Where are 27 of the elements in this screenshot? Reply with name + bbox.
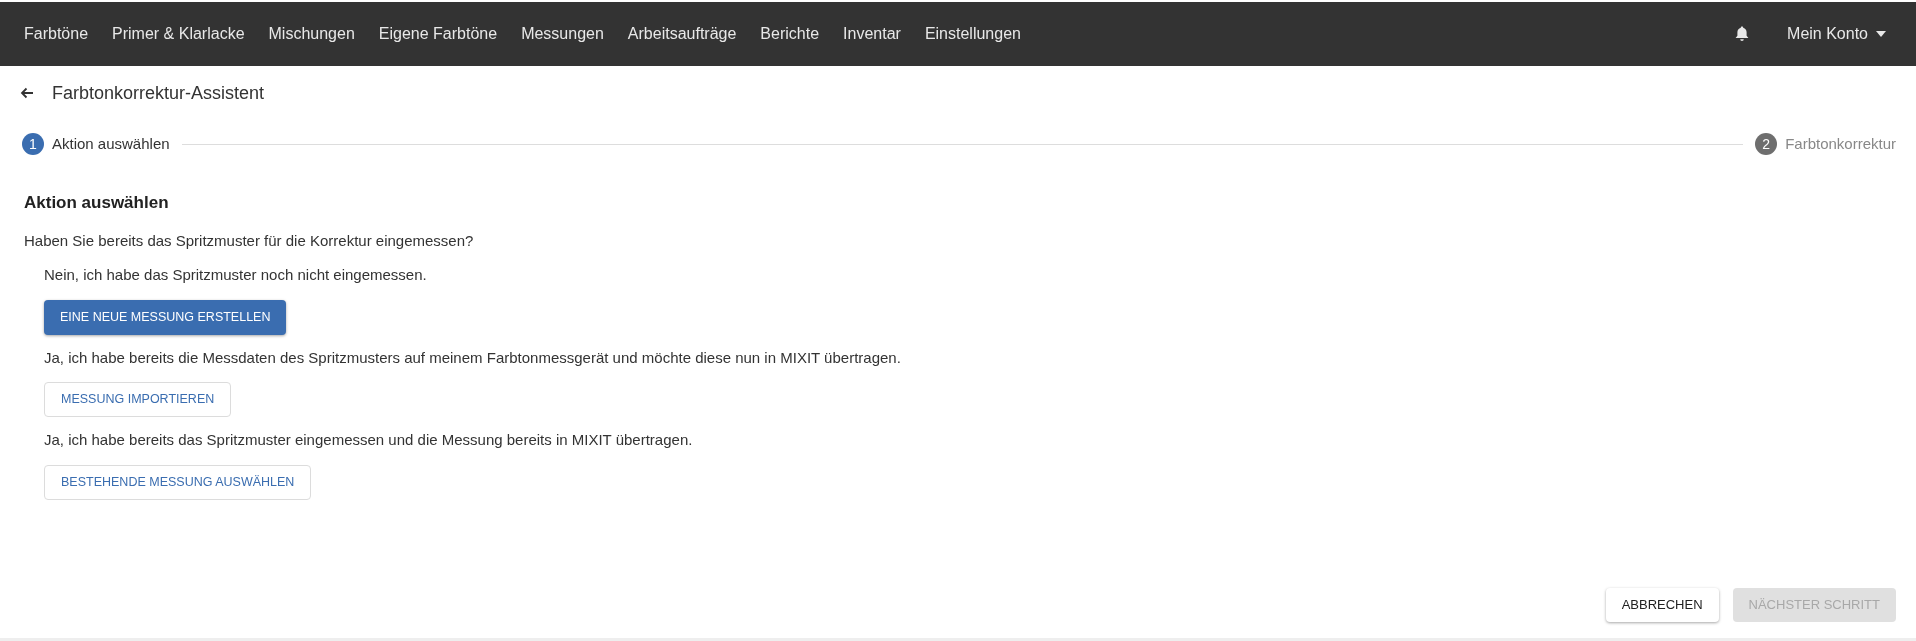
step-number: 1: [22, 133, 44, 155]
action-button[interactable]: MESSUNG IMPORTIEREN: [44, 382, 232, 417]
nav-link[interactable]: Mischungen: [268, 22, 355, 46]
option-description: Nein, ich habe das Spritzmuster noch nicht eingemessen.: [44, 265, 427, 285]
action-button[interactable]: BESTEHENDE MESSUNG AUSWÄHLEN: [44, 464, 312, 500]
nav-link[interactable]: Berichte: [760, 22, 820, 46]
section-heading: Aktion auswählen: [24, 192, 170, 214]
step-label: Farbtonkorrektur: [1785, 133, 1896, 154]
nav-link[interactable]: Primer & Klarlacke: [112, 22, 245, 46]
action-button[interactable]: EINE NEUE MESSUNG ERSTELLEN: [44, 299, 287, 335]
nav-link[interactable]: Einstellungen: [924, 22, 1021, 46]
nav-link[interactable]: Eigene Farbtöne: [378, 22, 498, 46]
notification-bell-icon[interactable]: [1735, 26, 1750, 42]
option-description: Ja, ich habe bereits das Spritzmuster eingemessen und die Messung bereits in MIXIT übertragen.: [44, 430, 693, 450]
question-text: Haben Sie bereits das Spritzmuster für die Korrektur eingemessen?: [24, 230, 475, 251]
option-description: Ja, ich habe bereits die Messdaten des Spritzmusters auf meinem Farbtonmessgerät und möchte diese nun in MIXIT übertragen.: [44, 347, 901, 368]
nav-link[interactable]: Messungen: [521, 22, 604, 46]
page-title: Farbtonkorrektur-Assistent: [52, 81, 265, 105]
caret-down-icon: [1876, 31, 1886, 37]
nav-link[interactable]: Farbtöne: [24, 22, 89, 46]
nav-link[interactable]: Arbeitsaufträge: [627, 22, 737, 46]
nav-link[interactable]: Inventar: [843, 22, 901, 46]
back-arrow-icon[interactable]: [20, 87, 34, 99]
account-menu-button[interactable]: Mein Konto: [1787, 22, 1886, 46]
step-number: 2: [1755, 133, 1778, 155]
cancel-button[interactable]: ABBRECHEN: [1605, 588, 1719, 622]
step-label: Aktion auswählen: [52, 133, 170, 154]
